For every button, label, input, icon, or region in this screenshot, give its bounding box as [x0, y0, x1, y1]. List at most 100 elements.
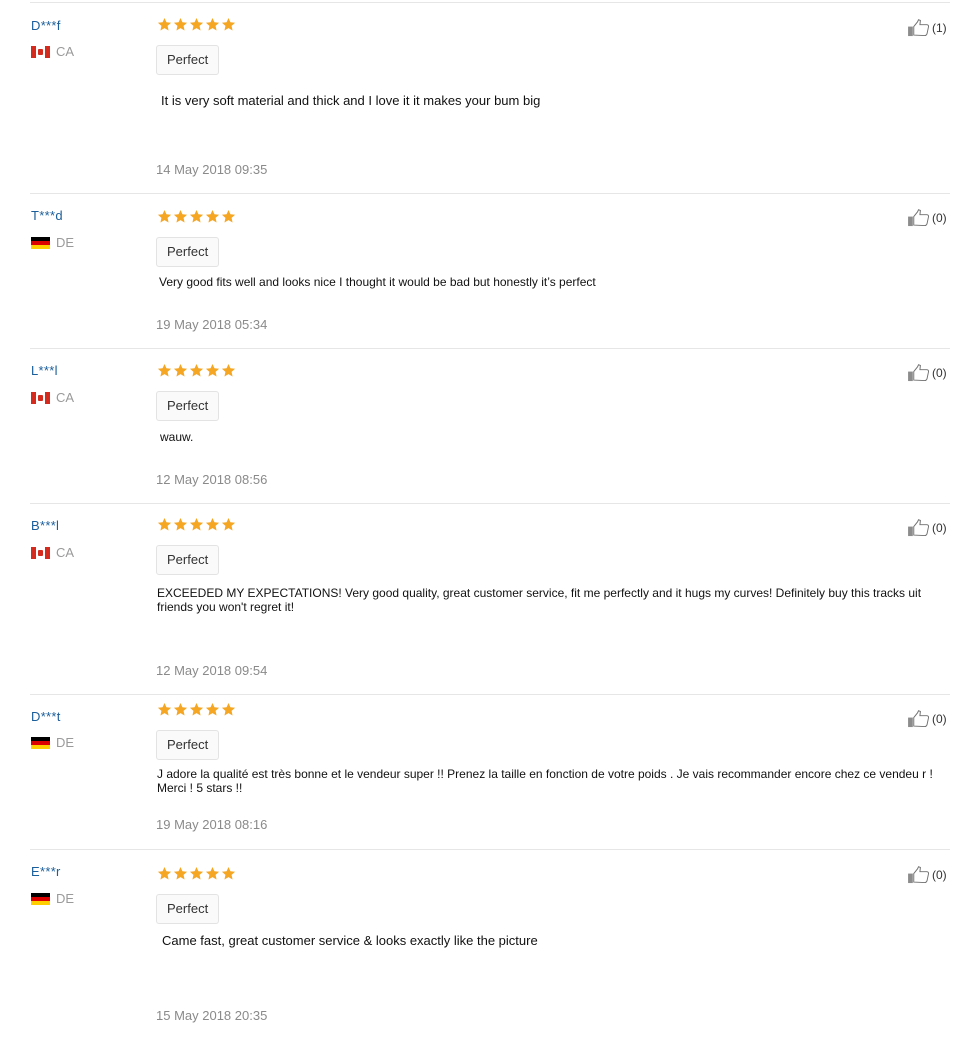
review-text: Very good fits well and looks nice I tho…	[159, 275, 596, 289]
review-item: T***d DE Perfect Very good fits well and…	[0, 193, 977, 347]
thumbs-up-icon	[908, 209, 930, 227]
star-rating	[157, 517, 236, 532]
star-icon	[157, 17, 172, 31]
divider	[30, 694, 950, 695]
star-rating	[157, 209, 236, 224]
helpful-count: (0)	[932, 521, 947, 535]
reviewer-name[interactable]: L***l	[31, 363, 58, 378]
divider	[30, 193, 950, 194]
helpful-button[interactable]: (0)	[907, 519, 947, 537]
star-icon	[189, 517, 204, 531]
helpful-button[interactable]: (0)	[907, 866, 947, 884]
star-icon	[173, 209, 188, 223]
thumbs-up-icon	[908, 519, 930, 537]
star-icon	[189, 866, 204, 880]
star-icon	[205, 702, 220, 716]
star-icon	[173, 363, 188, 377]
star-icon	[221, 517, 236, 531]
review-item: B***l CA Perfect EXCEEDED MY EXPECTATION…	[0, 503, 977, 693]
reviewer-name[interactable]: B***l	[31, 518, 59, 533]
star-icon	[173, 702, 188, 716]
star-rating	[157, 17, 236, 32]
review-item: E***r DE Perfect Came fast, great custom…	[0, 849, 977, 1039]
star-icon	[205, 209, 220, 223]
divider	[30, 849, 950, 850]
star-icon	[173, 517, 188, 531]
star-icon	[205, 517, 220, 531]
flag-icon	[31, 736, 50, 749]
review-tag: Perfect	[156, 545, 220, 575]
star-icon	[173, 17, 188, 31]
star-icon	[189, 209, 204, 223]
review-tag: Perfect	[156, 730, 220, 760]
helpful-button[interactable]: (1)	[907, 19, 947, 37]
reviewer-country: CA	[31, 545, 74, 560]
reviewer-name[interactable]: D***t	[31, 709, 61, 724]
thumbs-up-icon	[908, 866, 930, 884]
star-icon	[189, 702, 204, 716]
reviewer-country: CA	[31, 390, 74, 405]
star-icon	[221, 209, 236, 223]
reviewer-country: DE	[31, 235, 74, 250]
review-date: 14 May 2018 09:35	[156, 162, 268, 177]
helpful-button[interactable]: (0)	[907, 209, 947, 227]
reviewer-name[interactable]: D***f	[31, 18, 61, 33]
review-item: L***l CA Perfect wauw. 12 May 2018 08:56…	[0, 348, 977, 502]
country-code: CA	[56, 545, 75, 560]
flag-icon	[31, 546, 50, 559]
review-tag: Perfect	[156, 45, 220, 75]
reviewer-country: CA	[31, 44, 74, 59]
review-date: 12 May 2018 09:54	[156, 663, 268, 678]
star-icon	[205, 17, 220, 31]
review-item: D***t DE Perfect J adore la qualité est …	[0, 694, 977, 848]
review-date: 15 May 2018 20:35	[156, 1008, 268, 1023]
star-icon	[157, 702, 172, 716]
thumbs-up-icon	[908, 364, 930, 382]
flag-icon	[31, 892, 50, 905]
review-tag: Perfect	[156, 894, 220, 924]
review-date: 12 May 2018 08:56	[156, 472, 268, 487]
thumbs-up-icon	[908, 19, 930, 37]
star-icon	[157, 517, 172, 531]
star-icon	[221, 363, 236, 377]
star-icon	[221, 702, 236, 716]
helpful-button[interactable]: (0)	[907, 710, 947, 728]
star-icon	[221, 17, 236, 31]
reviewer-country: DE	[31, 891, 74, 906]
helpful-count: (0)	[932, 211, 947, 225]
star-icon	[157, 209, 172, 223]
star-icon	[221, 866, 236, 880]
star-rating	[157, 866, 236, 881]
helpful-count: (0)	[932, 712, 947, 726]
review-date: 19 May 2018 08:16	[156, 817, 268, 832]
country-code: DE	[56, 891, 75, 906]
review-text: J adore la qualité est très bonne et le …	[157, 767, 933, 795]
divider	[30, 348, 950, 349]
country-code: DE	[56, 735, 75, 750]
helpful-count: (1)	[932, 21, 947, 35]
review-tag: Perfect	[156, 391, 220, 421]
review-text: EXCEEDED MY EXPECTATIONS! Very good qual…	[157, 586, 922, 614]
reviewer-name[interactable]: E***r	[31, 864, 61, 879]
divider	[30, 2, 950, 3]
country-code: DE	[56, 235, 75, 250]
star-rating	[157, 363, 236, 378]
thumbs-up-icon	[908, 710, 930, 728]
helpful-count: (0)	[932, 868, 947, 882]
flag-icon	[31, 391, 50, 404]
review-item: D***f CA Perfect It is very soft materia…	[0, 2, 977, 192]
reviewer-country: DE	[31, 735, 74, 750]
star-rating	[157, 702, 236, 717]
review-text: wauw.	[160, 430, 194, 444]
star-icon	[189, 363, 204, 377]
review-text: Came fast, great customer service & look…	[162, 933, 538, 948]
reviewer-name[interactable]: T***d	[31, 208, 63, 223]
flag-icon	[31, 45, 50, 58]
country-code: CA	[56, 44, 75, 59]
country-code: CA	[56, 390, 75, 405]
star-icon	[205, 363, 220, 377]
star-icon	[189, 17, 204, 31]
review-tag: Perfect	[156, 237, 220, 267]
reviews-list: D***f CA Perfect It is very soft materia…	[0, 0, 977, 1039]
helpful-button[interactable]: (0)	[907, 364, 947, 382]
